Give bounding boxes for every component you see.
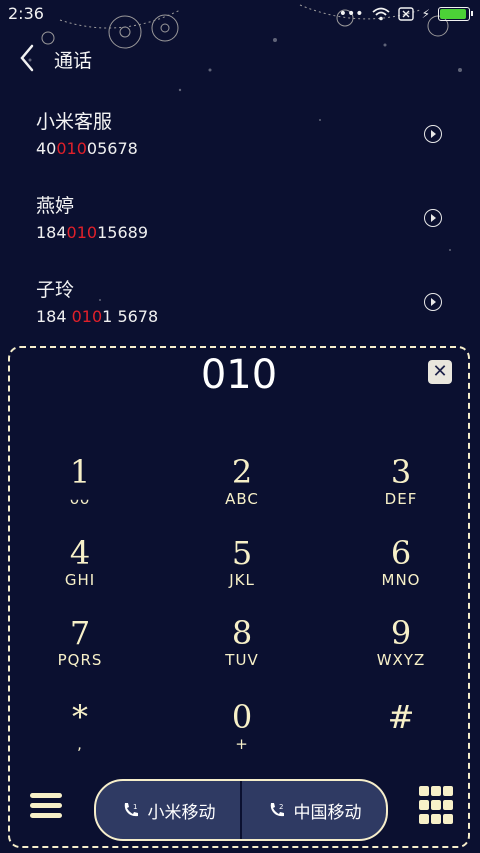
no-sim-icon	[397, 7, 414, 21]
call-sim2-button[interactable]: 2 中国移动	[242, 781, 386, 839]
contact-number: 18401015689	[36, 223, 148, 242]
contact-name: 燕婷	[36, 195, 75, 217]
key-letters: JKL	[229, 571, 255, 589]
key-hash[interactable]: #	[341, 700, 461, 770]
key-digit: 8	[231, 614, 253, 652]
key-digit: 5	[231, 534, 253, 572]
phone-sim1-icon: 1	[124, 803, 138, 817]
voicemail-icon: ᴗᴗ	[69, 490, 91, 508]
key-digit: *	[72, 698, 88, 736]
contact-number: 184 0101 5678	[36, 307, 159, 326]
key-letters: GHI	[64, 571, 96, 589]
contact-detail-icon[interactable]	[424, 209, 442, 227]
key-6[interactable]: 6 MNO	[341, 536, 461, 606]
key-digit: 3	[390, 453, 412, 491]
keypad-toggle-icon[interactable]	[419, 786, 453, 826]
call-buttons: 1 小米移动 2 中国移动	[94, 779, 388, 841]
key-8[interactable]: 8 TUV	[182, 616, 302, 686]
contact-row[interactable]: 小米客服 4001005678	[0, 107, 480, 187]
contact-name: 小米客服	[36, 111, 113, 133]
key-letters: MNO	[381, 571, 421, 589]
key-letters: ABC	[225, 490, 259, 508]
status-time: 2:36	[8, 4, 44, 23]
key-5[interactable]: 5 JKL	[182, 536, 302, 606]
wifi-icon	[371, 7, 390, 21]
key-letters: TUV	[225, 651, 259, 669]
key-letters: WXYZ	[376, 651, 426, 669]
key-letters: PQRS	[57, 651, 103, 669]
contact-row[interactable]: 燕婷 18401015689	[0, 191, 480, 271]
status-bar: 2:36 ••• ⚡	[0, 0, 480, 28]
contact-number: 4001005678	[36, 139, 138, 158]
menu-icon[interactable]	[30, 793, 62, 821]
battery-icon	[438, 7, 473, 21]
sim2-label: 中国移动	[293, 802, 362, 823]
key-digit: #	[387, 698, 415, 736]
contact-detail-icon[interactable]	[424, 125, 442, 143]
key-letters: ,	[77, 735, 83, 753]
key-digit: 4	[69, 534, 91, 572]
key-7[interactable]: 7 PQRS	[20, 616, 140, 686]
more-icon: •••	[338, 6, 364, 22]
svg-text:1: 1	[133, 803, 137, 811]
key-0[interactable]: 0 +	[182, 700, 302, 770]
status-icons: ••• ⚡	[338, 6, 473, 22]
key-1[interactable]: 1 ᴗᴗ	[20, 455, 140, 525]
charging-icon: ⚡	[421, 7, 430, 21]
key-4[interactable]: 4 GHI	[20, 536, 140, 606]
phone-sim2-icon: 2	[270, 803, 284, 817]
key-2[interactable]: 2 ABC	[182, 455, 302, 525]
key-digit: 2	[231, 453, 253, 491]
contact-detail-icon[interactable]	[424, 293, 442, 311]
page-title: 通话	[54, 50, 93, 72]
key-9[interactable]: 9 WXYZ	[341, 616, 461, 686]
dial-input[interactable]: 010	[10, 352, 468, 398]
key-3[interactable]: 3 DEF	[341, 455, 461, 525]
contact-row[interactable]: 子玲 184 0101 5678	[0, 275, 480, 355]
key-letters: DEF	[384, 490, 418, 508]
call-sim1-button[interactable]: 1 小米移动	[96, 781, 241, 839]
key-letters: +	[235, 735, 249, 753]
header: 通话	[0, 40, 480, 76]
key-digit: 7	[69, 614, 91, 652]
key-digit: 1	[69, 453, 91, 491]
svg-text:2: 2	[279, 803, 283, 811]
contact-name: 子玲	[36, 279, 75, 301]
key-digit: 9	[390, 614, 412, 652]
key-digit: 0	[231, 698, 253, 736]
sim1-label: 小米移动	[147, 802, 216, 823]
key-digit: 6	[390, 534, 412, 572]
clear-button[interactable]: ✕	[428, 360, 452, 384]
back-button[interactable]	[14, 42, 42, 74]
key-star[interactable]: * ,	[20, 700, 140, 770]
